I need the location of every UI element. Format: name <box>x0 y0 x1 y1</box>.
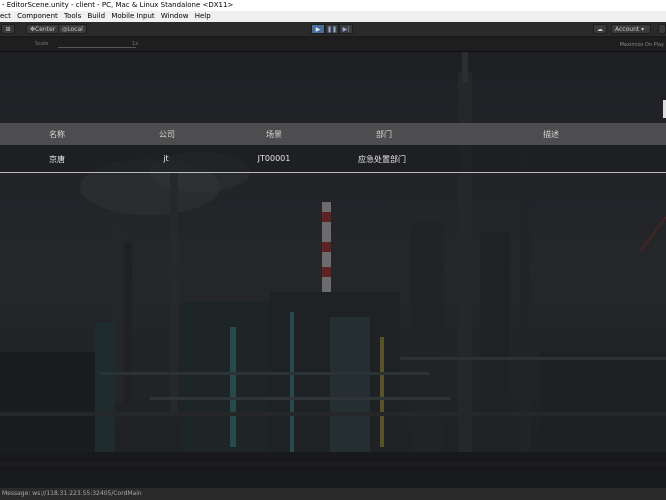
scale-slider[interactable] <box>58 47 136 48</box>
pivot-center-button[interactable]: ✥Center <box>26 24 60 34</box>
menu-bar: ect Component Tools Build Mobile Input W… <box>0 11 666 22</box>
scale-label: Scale <box>35 41 49 47</box>
account-dropdown[interactable]: Account ▾ <box>611 24 651 34</box>
toolbar: ⊞ ✥Center ◎Local ▶ ❚❚ ▶| ☁ Account ▾ <box>0 22 666 37</box>
pivot-center-label: Center <box>35 26 56 33</box>
cell-scene: JT00001 <box>257 154 291 163</box>
cell-company: jt <box>163 154 169 163</box>
dim-overlay <box>0 52 666 488</box>
game-view: 名称 公司 场景 部门 描述 京唐 jt JT00001 应急处置部门 <box>0 52 666 488</box>
layers-dropdown[interactable] <box>658 24 666 34</box>
play-controls: ▶ ❚❚ ▶| <box>311 24 353 34</box>
status-bar: Message: ws://118.31.223.55:32405/CordMa… <box>0 488 666 500</box>
play-icon[interactable]: ▶ <box>311 24 325 34</box>
menu-item-window[interactable]: Window <box>161 12 189 20</box>
header-description: 描述 <box>543 130 559 139</box>
menu-item-mobile-input[interactable]: Mobile Input <box>111 12 154 20</box>
menu-item-component[interactable]: Component <box>17 12 58 20</box>
scale-value: 1x <box>132 41 139 47</box>
table-header: 名称 公司 场景 部门 描述 <box>0 123 666 145</box>
rect-tool-icon[interactable]: ⊞ <box>1 24 15 34</box>
table-row[interactable]: 京唐 jt JT00001 应急处置部门 <box>0 145 666 173</box>
pause-icon[interactable]: ❚❚ <box>325 24 339 34</box>
header-name: 名称 <box>49 130 65 139</box>
menu-item-build[interactable]: Build <box>88 12 106 20</box>
window-title: - EditorScene.unity - client - PC, Mac &… <box>0 0 666 11</box>
menu-item-help[interactable]: Help <box>195 12 211 20</box>
header-scene: 场景 <box>266 130 282 139</box>
header-department: 部门 <box>376 130 392 139</box>
menu-item-edit[interactable]: ect <box>0 12 11 20</box>
menu-item-tools[interactable]: Tools <box>64 12 81 20</box>
step-icon[interactable]: ▶| <box>339 24 353 34</box>
pivot-local-button[interactable]: ◎Local <box>58 24 87 34</box>
game-view-toolbar: Scale 1x Maximize On Play <box>0 38 666 52</box>
cell-department: 应急处置部门 <box>358 155 406 164</box>
cell-name: 京唐 <box>49 155 65 164</box>
account-label: Account <box>615 26 640 33</box>
cloud-icon[interactable]: ☁ <box>593 24 607 34</box>
pivot-local-label: Local <box>67 26 83 33</box>
header-company: 公司 <box>159 130 175 139</box>
maximize-on-play-toggle[interactable]: Maximize On Play <box>620 42 664 48</box>
